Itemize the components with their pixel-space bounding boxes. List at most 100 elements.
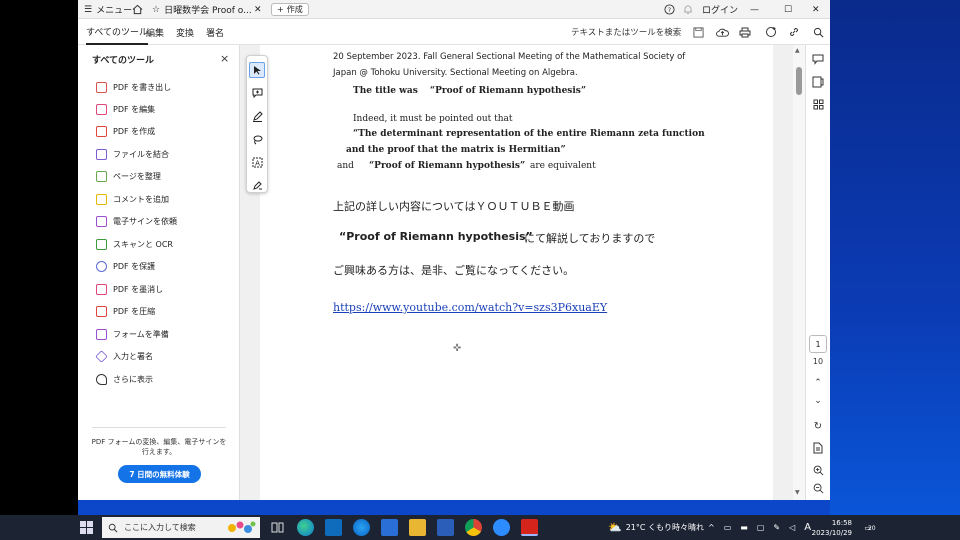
weather-widget[interactable]: ⛅ 21°C くもり時々晴れ [608,515,704,540]
tool-combine-files[interactable]: ファイルを結合 [96,146,169,162]
chevron-up-icon[interactable]: ^ [708,523,715,532]
help-icon[interactable]: ? [664,0,675,19]
free-trial-button[interactable]: 7 日間の無料体験 [118,465,201,483]
panel-divider [92,427,226,428]
document-viewer[interactable]: 20 September 2023. Fall General Sectiona… [240,45,793,500]
vertical-scrollbar[interactable]: ▲ ▼ [793,45,805,500]
tab-sign[interactable]: 署名 [206,19,224,45]
word-icon[interactable] [437,519,454,536]
close-panel-button[interactable]: × [220,52,229,65]
clock-date: 2023/10/29 [811,529,852,537]
doc-text-line: Japan @ Tohoku University. Sectional Mee… [333,68,578,78]
doc-text-line: and the proof that the matrix is Hermiti… [346,145,566,155]
mail-icon[interactable] [381,519,398,536]
create-label: 作成 [286,5,303,14]
save-icon[interactable] [690,24,706,40]
windows-start-icon[interactable] [80,521,93,534]
scroll-down-icon[interactable]: ▼ [795,489,800,496]
add-text-button[interactable]: A [249,154,265,170]
rotate-icon[interactable]: ↻ [811,419,825,433]
thumbnails-grid-icon[interactable] [811,97,825,111]
close-window-button[interactable]: ✕ [812,0,820,19]
edge-browser-icon[interactable] [297,519,314,536]
file-explorer-icon[interactable] [409,519,426,536]
tool-scan-ocr[interactable]: スキャンと OCR [96,236,173,252]
search-tools-field[interactable]: テキストまたはツールを検索 [571,19,681,45]
zoom-app-icon[interactable] [493,519,510,536]
windows-taskbar: ここに入力して検索 ⛅ 21°C くもり時々晴れ ^ ▭ ▬ ▢ ✎ ◁ A 1… [0,515,960,540]
taskbar-search-box[interactable]: ここに入力して検索 [102,517,260,538]
home-button[interactable] [132,0,143,19]
network-icon[interactable]: ▭ [724,523,732,532]
upload-cloud-icon[interactable] [714,24,730,40]
document-tab[interactable]: ☆ 日曜数学会 Proof o... [152,0,270,19]
notification-center-button[interactable]: ▭ 20 [862,520,878,536]
fill-sign-button[interactable] [249,177,265,193]
acrobat-icon[interactable] [521,519,538,536]
close-icon: ✕ [812,4,820,15]
login-button[interactable]: ログイン [702,0,738,19]
share-user-icon[interactable] [763,24,779,40]
desktop-wallpaper-strip [78,500,830,515]
minimize-button[interactable]: — [750,0,759,19]
tool-request-esign[interactable]: 電子サインを依頼 [96,213,177,229]
chevron-up-icon[interactable]: ⌃ [811,376,825,390]
bell-icon[interactable] [683,0,693,19]
zoom-out-icon[interactable] [811,481,825,495]
tool-redact-pdf[interactable]: PDF を墨消し [96,281,163,297]
tool-export-pdf[interactable]: PDF を書き出し [96,79,171,95]
pdf-page[interactable]: 20 September 2023. Fall General Sectiona… [260,45,773,500]
tool-add-comment[interactable]: コメントを追加 [96,191,169,207]
draw-button[interactable] [249,131,265,147]
zoom-in-icon[interactable] [811,463,825,477]
add-comment-button[interactable] [249,85,265,101]
hamburger-icon: ☰ [84,4,93,15]
combine-files-icon [96,148,107,160]
document-tab-label: 日曜数学会 Proof o... [164,6,252,16]
maximize-button[interactable]: ☐ [784,0,792,19]
volume-icon[interactable]: ◁ [789,523,795,532]
create-button[interactable]: + 作成 [271,3,309,16]
close-tab-button[interactable]: ✕ [254,0,262,19]
tab-all-tools[interactable]: すべてのツール [86,19,149,45]
chrome-icon[interactable] [465,519,482,536]
search-icon[interactable] [810,24,826,40]
scroll-thumb[interactable] [796,67,802,95]
print-icon[interactable] [737,24,753,40]
highlight-button[interactable] [249,108,265,124]
scroll-up-icon[interactable]: ▲ [795,47,800,54]
tool-fill-sign[interactable]: 入力と署名 [95,348,153,364]
tool-compress-pdf[interactable]: PDF を圧縮 [96,303,155,319]
comment-panel-icon[interactable] [811,52,825,66]
bookmark-panel-icon[interactable] [811,75,825,89]
tab-edit[interactable]: 編集 [146,19,164,45]
quick-tools-strip: A [246,55,268,193]
clock[interactable]: 16:58 2023/10/29 [808,518,852,538]
tab-convert[interactable]: 変換 [176,19,194,45]
link-icon[interactable] [786,24,802,40]
chevron-down-icon[interactable]: ⌄ [811,394,825,408]
tool-show-more[interactable]: さらに表示 [96,371,153,387]
pen-icon[interactable]: ✎ [773,523,780,532]
star-icon[interactable]: ☆ [152,5,160,15]
ie-browser-icon[interactable] [353,519,370,536]
tool-organize-pages[interactable]: ページを整理 [96,168,161,184]
tool-edit-pdf[interactable]: PDF を編集 [96,101,155,117]
task-view-icon[interactable] [269,519,286,536]
edit-pdf-icon [96,103,107,115]
page-scan-icon[interactable] [811,441,825,455]
menu-button[interactable]: ☰ メニュー [84,0,132,19]
cursor-icon: ✜ [453,343,462,354]
tool-create-pdf[interactable]: PDF を作成 [96,123,155,139]
close-icon: ✕ [254,4,262,15]
svg-text:A: A [255,159,260,167]
svg-text:?: ? [668,6,671,14]
tool-protect-pdf[interactable]: PDF を保護 [96,258,155,274]
outlook-icon[interactable] [325,519,342,536]
tool-prepare-form[interactable]: フォームを準備 [96,326,169,342]
select-tool-button[interactable] [249,62,265,78]
page-number-input[interactable]: 1 [809,335,827,353]
battery-icon[interactable]: ▬ [740,523,748,532]
monitor-icon[interactable]: ▢ [757,523,765,532]
youtube-link[interactable]: https://www.youtube.com/watch?v=szs3P6xu… [333,301,607,314]
